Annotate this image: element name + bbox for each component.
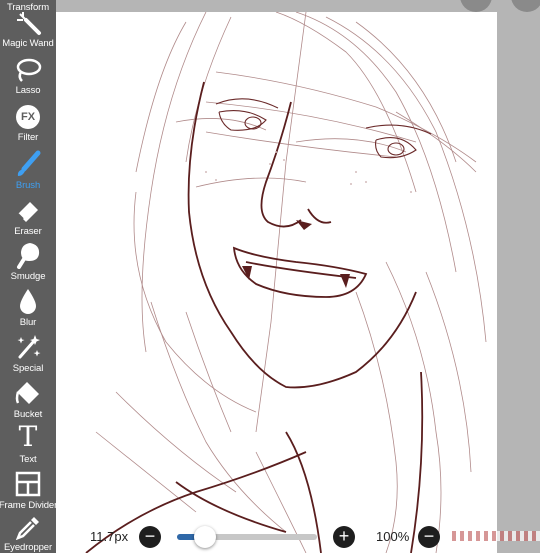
tool-frame-divider[interactable]: Frame Divider bbox=[0, 470, 58, 511]
bucket-icon bbox=[15, 382, 39, 404]
brush-size-slider[interactable] bbox=[177, 526, 317, 548]
eraser-icon bbox=[17, 202, 38, 222]
tool-special-label: Special bbox=[12, 363, 44, 374]
frame-divider-icon bbox=[15, 471, 41, 497]
tool-bucket[interactable]: Bucket bbox=[0, 379, 56, 420]
filter-icon: FX bbox=[16, 105, 40, 129]
brush-icon bbox=[17, 150, 41, 176]
top-round-button-2[interactable] bbox=[511, 0, 540, 12]
minus-icon: − bbox=[144, 526, 156, 546]
magic-wand-icon bbox=[17, 12, 41, 35]
line-art-sketch bbox=[85, 12, 487, 553]
tool-magic-wand[interactable]: Magic Wand bbox=[0, 10, 56, 49]
tool-palette: Transform Magic Wand Lasso FX Filter Bru… bbox=[0, 0, 58, 553]
tool-smudge[interactable]: Smudge bbox=[0, 241, 56, 282]
tool-frame-divider-label: Frame Divider bbox=[0, 500, 58, 511]
tool-blur-label: Blur bbox=[19, 317, 37, 328]
drawing-canvas[interactable] bbox=[56, 12, 497, 553]
tool-brush-label: Brush bbox=[15, 180, 41, 191]
tool-eyedropper[interactable]: Eyedropper bbox=[0, 514, 56, 553]
tool-lasso-label: Lasso bbox=[15, 85, 41, 96]
tool-brush[interactable]: Brush bbox=[0, 150, 56, 191]
blur-icon bbox=[20, 289, 36, 314]
color-swatch-strip[interactable] bbox=[452, 531, 540, 541]
brush-opacity-value: 100% bbox=[376, 529, 410, 544]
special-icon bbox=[17, 335, 41, 359]
tool-eraser-label: Eraser bbox=[14, 226, 42, 237]
opacity-decrease-button[interactable]: − bbox=[418, 526, 440, 548]
brush-size-increase-button[interactable]: + bbox=[333, 526, 355, 548]
tool-special[interactable]: Special bbox=[0, 333, 56, 374]
tool-eraser[interactable]: Eraser bbox=[0, 196, 56, 237]
plus-icon: + bbox=[338, 526, 350, 546]
lasso-icon bbox=[16, 58, 42, 82]
tool-eyedropper-label: Eyedropper bbox=[3, 542, 53, 553]
tool-filter-label: Filter bbox=[17, 132, 39, 143]
tool-magic-wand-label: Magic Wand bbox=[2, 38, 54, 49]
brush-size-value: 11.7px bbox=[90, 529, 129, 544]
tool-filter[interactable]: FX Filter bbox=[0, 104, 56, 143]
brush-size-slider-thumb[interactable] bbox=[194, 526, 216, 548]
minus-icon: − bbox=[423, 526, 435, 546]
filter-icon-glyph: FX bbox=[20, 111, 36, 123]
eyedropper-icon bbox=[15, 517, 39, 540]
tool-text[interactable]: T Text bbox=[0, 420, 56, 466]
tool-smudge-label: Smudge bbox=[10, 271, 46, 282]
tool-bucket-label: Bucket bbox=[13, 409, 43, 420]
tool-blur[interactable]: Blur bbox=[0, 287, 56, 328]
tool-lasso[interactable]: Lasso bbox=[0, 57, 56, 96]
brush-size-decrease-button[interactable]: − bbox=[139, 526, 161, 548]
smudge-icon bbox=[17, 243, 40, 269]
tool-text-label: Text bbox=[19, 454, 37, 465]
canvas-area[interactable] bbox=[56, 0, 540, 553]
top-round-button[interactable] bbox=[460, 0, 492, 12]
text-icon: T bbox=[18, 420, 38, 453]
